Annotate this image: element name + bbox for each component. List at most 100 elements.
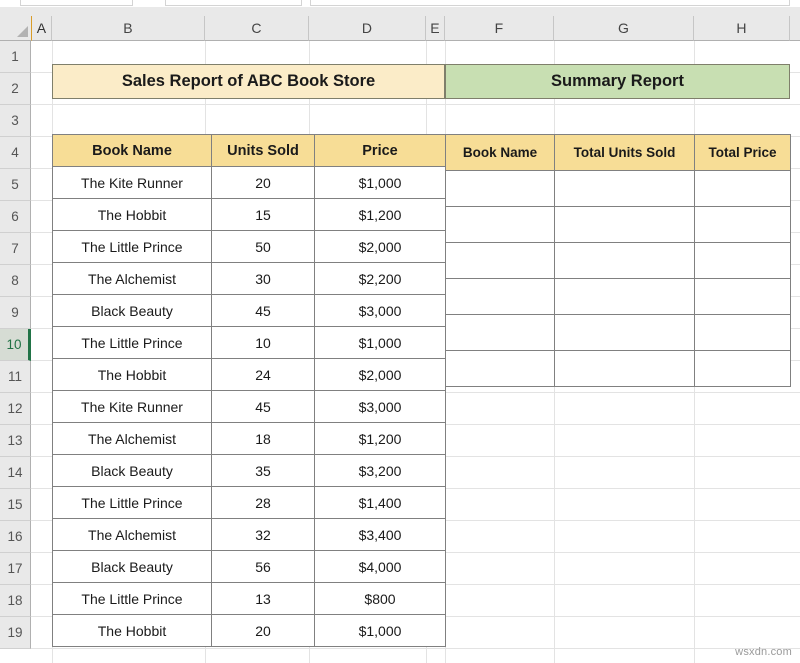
row-header-6[interactable]: 6	[0, 201, 31, 233]
column-header-cell-1[interactable]: Total Units Sold	[555, 135, 695, 171]
cell-units[interactable]	[555, 207, 695, 243]
cell-units[interactable]: 56	[212, 551, 315, 583]
ribbon-control-middle[interactable]	[165, 0, 302, 6]
cell-units[interactable]: 50	[212, 231, 315, 263]
cell-price[interactable]: $2,000	[315, 231, 446, 263]
row-header-1[interactable]: 1	[0, 41, 31, 73]
cell-price[interactable]: $1,400	[315, 487, 446, 519]
column-header-g[interactable]: G	[554, 16, 694, 41]
column-header-h[interactable]: H	[694, 16, 790, 41]
cell-price[interactable]	[695, 315, 791, 351]
cell-price[interactable]: $2,000	[315, 359, 446, 391]
ribbon-control-left[interactable]	[20, 0, 133, 6]
cell-price[interactable]: $1,000	[315, 327, 446, 359]
cell-units[interactable]	[555, 171, 695, 207]
cell-price[interactable]	[695, 171, 791, 207]
column-header-cell-0[interactable]: Book Name	[53, 135, 212, 167]
cell-book[interactable]: The Alchemist	[53, 519, 212, 551]
cell-book[interactable]: The Little Prince	[53, 327, 212, 359]
cell-book[interactable]	[446, 171, 555, 207]
cell-book[interactable]: The Hobbit	[53, 359, 212, 391]
cell-book[interactable]: The Kite Runner	[53, 391, 212, 423]
sales-report-table[interactable]: Book NameUnits SoldPrice The Kite Runner…	[52, 134, 446, 647]
cell-units[interactable]: 20	[212, 167, 315, 199]
cell-price[interactable]: $3,200	[315, 455, 446, 487]
select-all-corner[interactable]	[0, 16, 31, 41]
column-header-b[interactable]: B	[52, 16, 205, 41]
cell-book[interactable]: The Hobbit	[53, 199, 212, 231]
column-header-cell-2[interactable]: Total Price	[695, 135, 791, 171]
sales-report-title-banner[interactable]: Sales Report of ABC Book Store	[52, 64, 445, 99]
cell-price[interactable]: $3,400	[315, 519, 446, 551]
cell-units[interactable]	[555, 351, 695, 387]
row-header-2[interactable]: 2	[0, 73, 31, 105]
cell-price[interactable]: $4,000	[315, 551, 446, 583]
column-header-e[interactable]: E	[426, 16, 445, 41]
summary-report-title-banner[interactable]: Summary Report	[445, 64, 790, 99]
column-header-cell-0[interactable]: Book Name	[446, 135, 555, 171]
cell-units[interactable]: 45	[212, 295, 315, 327]
cell-units[interactable]: 45	[212, 391, 315, 423]
cell-book[interactable]: The Alchemist	[53, 423, 212, 455]
row-header-15[interactable]: 15	[0, 489, 31, 521]
cell-book[interactable]: The Hobbit	[53, 615, 212, 647]
row-header-10[interactable]: 10	[0, 329, 31, 361]
row-header-19[interactable]: 19	[0, 617, 31, 649]
cell-units[interactable]: 35	[212, 455, 315, 487]
column-header-cell-2[interactable]: Price	[315, 135, 446, 167]
row-header-17[interactable]: 17	[0, 553, 31, 585]
row-header-14[interactable]: 14	[0, 457, 31, 489]
column-header-c[interactable]: C	[205, 16, 309, 41]
cell-units[interactable]: 28	[212, 487, 315, 519]
cell-book[interactable]: The Kite Runner	[53, 167, 212, 199]
row-header-11[interactable]: 11	[0, 361, 31, 393]
cell-price[interactable]: $3,000	[315, 391, 446, 423]
cell-units[interactable]: 18	[212, 423, 315, 455]
row-header-8[interactable]: 8	[0, 265, 31, 297]
cell-units[interactable]: 10	[212, 327, 315, 359]
cell-units[interactable]	[555, 315, 695, 351]
cell-book[interactable]: The Little Prince	[53, 583, 212, 615]
cell-price[interactable]: $1,200	[315, 423, 446, 455]
row-header-13[interactable]: 13	[0, 425, 31, 457]
cell-book[interactable]: Black Beauty	[53, 551, 212, 583]
cell-units[interactable]: 32	[212, 519, 315, 551]
cell-units[interactable]: 30	[212, 263, 315, 295]
column-header-a[interactable]: A	[31, 16, 52, 41]
row-header-4[interactable]: 4	[0, 137, 31, 169]
cell-book[interactable]	[446, 351, 555, 387]
cell-price[interactable]: $3,000	[315, 295, 446, 327]
cell-units[interactable]	[555, 279, 695, 315]
cell-book[interactable]: The Alchemist	[53, 263, 212, 295]
cell-book[interactable]	[446, 315, 555, 351]
cell-book[interactable]	[446, 243, 555, 279]
row-header-9[interactable]: 9	[0, 297, 31, 329]
cell-book[interactable]: Black Beauty	[53, 455, 212, 487]
cell-price[interactable]	[695, 351, 791, 387]
column-header-cell-1[interactable]: Units Sold	[212, 135, 315, 167]
cell-book[interactable]	[446, 207, 555, 243]
row-header-5[interactable]: 5	[0, 169, 31, 201]
column-header-f[interactable]: F	[445, 16, 554, 41]
cell-price[interactable]: $1,200	[315, 199, 446, 231]
cell-book[interactable]: The Little Prince	[53, 231, 212, 263]
cell-units[interactable]: 24	[212, 359, 315, 391]
column-header-d[interactable]: D	[309, 16, 426, 41]
row-header-16[interactable]: 16	[0, 521, 31, 553]
row-header-12[interactable]: 12	[0, 393, 31, 425]
cell-book[interactable]	[446, 279, 555, 315]
cell-price[interactable]: $1,000	[315, 167, 446, 199]
cell-units[interactable]: 20	[212, 615, 315, 647]
cell-price[interactable]	[695, 279, 791, 315]
cell-book[interactable]: Black Beauty	[53, 295, 212, 327]
cell-units[interactable]	[555, 243, 695, 279]
summary-report-table[interactable]: Book NameTotal Units SoldTotal Price	[445, 134, 791, 387]
cell-book[interactable]: The Little Prince	[53, 487, 212, 519]
cell-price[interactable]	[695, 207, 791, 243]
cell-price[interactable]: $800	[315, 583, 446, 615]
cell-price[interactable]	[695, 243, 791, 279]
cell-price[interactable]: $1,000	[315, 615, 446, 647]
cell-units[interactable]: 15	[212, 199, 315, 231]
worksheet-grid[interactable]: Sales Report of ABC Book Store Summary R…	[31, 41, 800, 663]
cell-units[interactable]: 13	[212, 583, 315, 615]
